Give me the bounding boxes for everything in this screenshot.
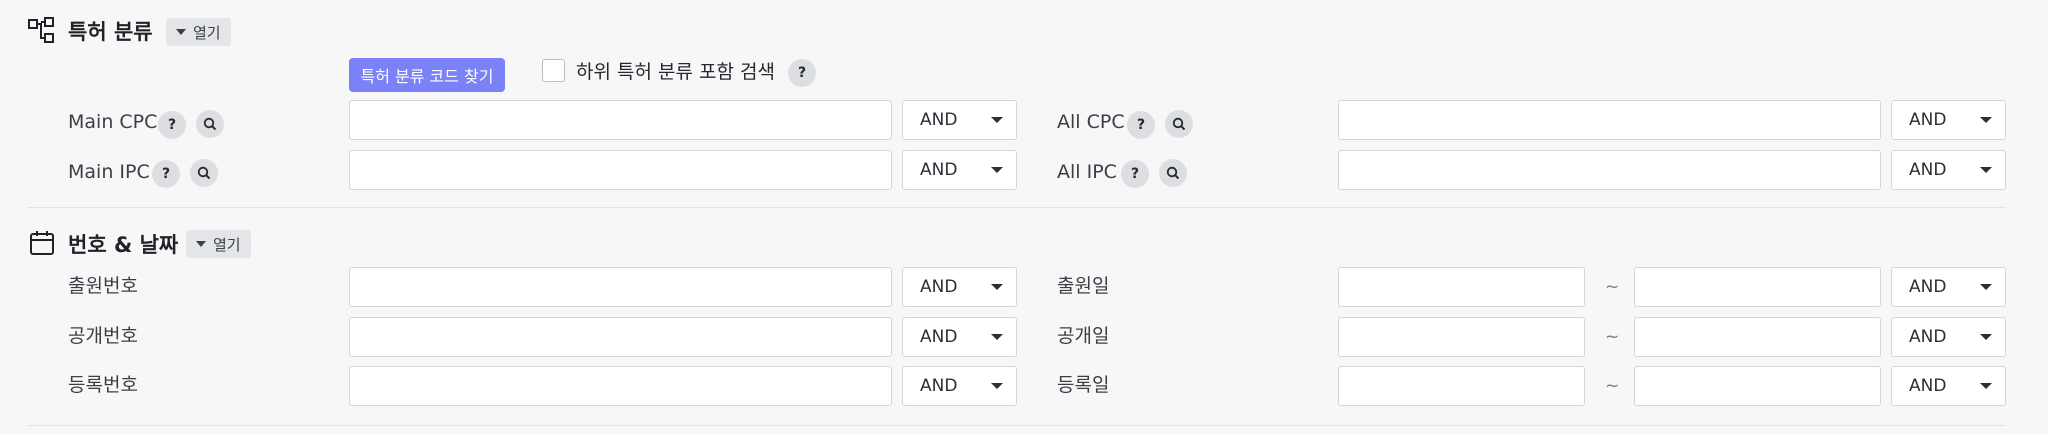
include-subclass-label: 하위 특허 분류 포함 검색 [576,61,775,83]
chevron-down-icon [1980,383,1992,389]
operator-value: AND [920,376,958,396]
chevron-down-icon [1980,284,1992,290]
all-ipc-operator-select[interactable]: AND [1891,150,2006,190]
classification-toggle-button[interactable]: 열기 [166,18,231,46]
main-ipc-operator-select[interactable]: AND [902,150,1017,190]
help-icon[interactable]: ? [1121,160,1149,188]
chevron-down-icon [991,167,1003,173]
chevron-down-icon [1980,334,1992,340]
main-cpc-input[interactable] [349,100,892,140]
number-date-toggle-button[interactable]: 열기 [186,230,251,258]
publication-date-from-input[interactable] [1338,317,1585,357]
main-cpc-label: Main CPC [68,111,158,133]
operator-value: AND [1909,277,1947,297]
all-cpc-input[interactable] [1338,100,1881,140]
publication-number-label: 공개번호 [68,325,138,347]
section-title-classification: 특허 분류 [68,20,153,44]
search-icon[interactable] [196,110,224,138]
section-title-number-date: 번호 & 날짜 [68,233,179,257]
registration-number-label: 등록번호 [68,374,138,396]
help-icon[interactable]: ? [152,160,180,188]
caret-down-icon [196,241,206,247]
range-separator: ~ [1605,327,1620,347]
chevron-down-icon [1980,117,1992,123]
chevron-down-icon [991,334,1003,340]
application-date-from-input[interactable] [1338,267,1585,307]
chevron-down-icon [991,383,1003,389]
operator-value: AND [920,327,958,347]
operator-value: AND [920,110,958,130]
registration-date-operator-select[interactable]: AND [1891,366,2006,406]
publication-date-operator-select[interactable]: AND [1891,317,2006,357]
main-ipc-input[interactable] [349,150,892,190]
application-number-operator-select[interactable]: AND [902,267,1017,307]
application-date-operator-select[interactable]: AND [1891,267,2006,307]
main-cpc-operator-select[interactable]: AND [902,100,1017,140]
search-icon[interactable] [1159,159,1187,187]
operator-value: AND [1909,376,1947,396]
range-separator: ~ [1605,277,1620,297]
all-cpc-label: All CPC [1057,111,1125,133]
registration-number-operator-select[interactable]: AND [902,366,1017,406]
registration-date-from-input[interactable] [1338,366,1585,406]
toggle-label: 열기 [213,235,241,254]
registration-date-label: 등록일 [1057,374,1110,396]
caret-down-icon [176,29,186,35]
calendar-icon [28,229,56,257]
help-icon[interactable]: ? [1127,111,1155,139]
help-icon[interactable]: ? [788,59,816,87]
search-icon[interactable] [1165,110,1193,138]
search-icon[interactable] [190,159,218,187]
chevron-down-icon [1980,167,1992,173]
chevron-down-icon [991,284,1003,290]
registration-date-to-input[interactable] [1634,366,1881,406]
operator-value: AND [1909,327,1947,347]
all-cpc-operator-select[interactable]: AND [1891,100,2006,140]
publication-date-to-input[interactable] [1634,317,1881,357]
section-divider [28,207,2006,208]
publication-number-input[interactable] [349,317,892,357]
application-number-label: 출원번호 [68,275,138,297]
application-date-label: 출원일 [1057,275,1110,297]
find-classification-code-button[interactable]: 특허 분류 코드 찾기 [349,58,505,92]
main-ipc-label: Main IPC [68,161,150,183]
operator-value: AND [920,160,958,180]
all-ipc-label: All IPC [1057,161,1117,183]
operator-value: AND [920,277,958,297]
include-subclass-checkbox[interactable] [542,59,565,82]
operator-value: AND [1909,110,1947,130]
all-ipc-input[interactable] [1338,150,1881,190]
publication-number-operator-select[interactable]: AND [902,317,1017,357]
help-icon[interactable]: ? [158,111,186,139]
section-divider [28,425,2006,426]
chevron-down-icon [991,117,1003,123]
publication-date-label: 공개일 [1057,325,1110,347]
application-number-input[interactable] [349,267,892,307]
registration-number-input[interactable] [349,366,892,406]
hierarchy-icon [28,17,56,45]
toggle-label: 열기 [193,23,221,42]
application-date-to-input[interactable] [1634,267,1881,307]
operator-value: AND [1909,160,1947,180]
range-separator: ~ [1605,376,1620,396]
